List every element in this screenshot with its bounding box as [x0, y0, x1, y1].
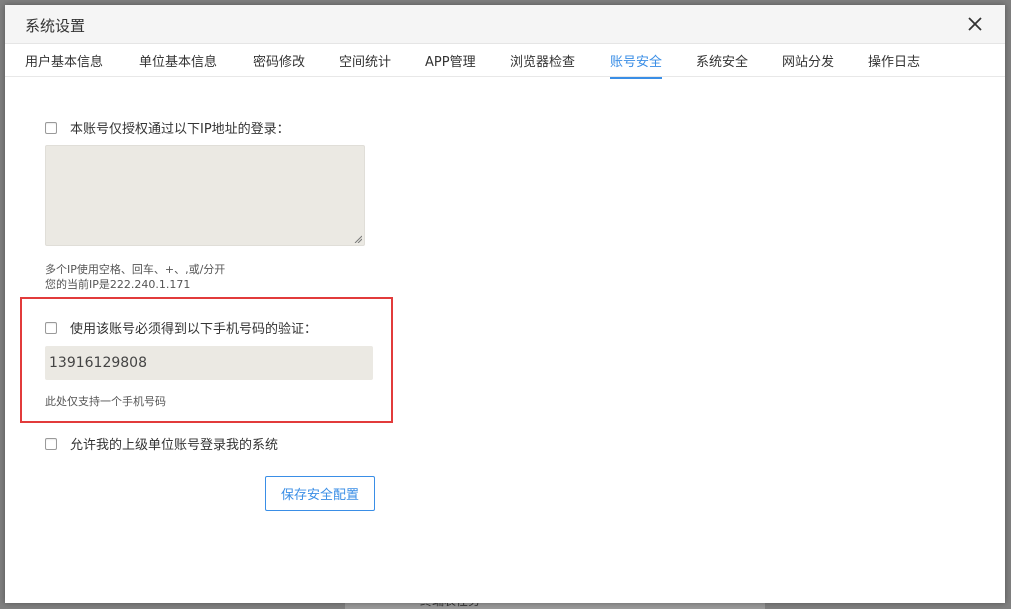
phone-verify-checkbox[interactable]: [45, 322, 57, 334]
tab-space-stats[interactable]: 空间统计: [339, 51, 391, 70]
ip-hint-current: 您的当前IP是222.240.1.171: [45, 278, 191, 291]
tab-account-security[interactable]: 账号安全: [610, 51, 663, 79]
ip-list-textarea[interactable]: [45, 145, 365, 246]
tab-system-security[interactable]: 系统安全: [696, 51, 748, 70]
ip-restrict-label: 本账号仅授权通过以下IP地址的登录：: [70, 122, 290, 137]
phone-number-input[interactable]: [45, 346, 373, 380]
ip-hint-separators: 多个IP使用空格、回车、+、,或/分开: [45, 263, 226, 276]
tab-app-manage[interactable]: APP管理: [425, 51, 476, 70]
ip-restrict-checkbox[interactable]: [45, 122, 57, 134]
parent-login-checkbox[interactable]: [45, 438, 57, 450]
parent-login-label: 允许我的上级单位账号登录我的系统: [70, 438, 279, 453]
dialog-title: 系统设置: [25, 17, 86, 35]
tab-browser-check[interactable]: 浏览器检查: [510, 51, 575, 70]
tab-user-info[interactable]: 用户基本信息: [25, 51, 103, 70]
resize-grip-icon[interactable]: [354, 235, 362, 243]
tab-site-distribution[interactable]: 网站分发: [782, 51, 834, 70]
settings-dialog: 系统设置 用户基本信息 单位基本信息 密码修改 空间统计 APP管理 浏览器检查…: [5, 5, 1005, 603]
dialog-header: 系统设置: [5, 5, 1005, 44]
phone-hint: 此处仅支持一个手机号码: [45, 395, 166, 408]
close-button[interactable]: [963, 12, 987, 36]
tab-password[interactable]: 密码修改: [253, 51, 305, 70]
tab-operation-log[interactable]: 操作日志: [868, 51, 920, 70]
phone-verify-label: 使用该账号必须得到以下手机号码的验证：: [70, 322, 318, 337]
settings-tabs: 用户基本信息 单位基本信息 密码修改 空间统计 APP管理 浏览器检查 账号安全…: [5, 44, 1005, 79]
tab-unit-info[interactable]: 单位基本信息: [139, 51, 217, 70]
close-icon: [968, 17, 982, 31]
save-security-button[interactable]: 保存安全配置: [265, 476, 375, 511]
